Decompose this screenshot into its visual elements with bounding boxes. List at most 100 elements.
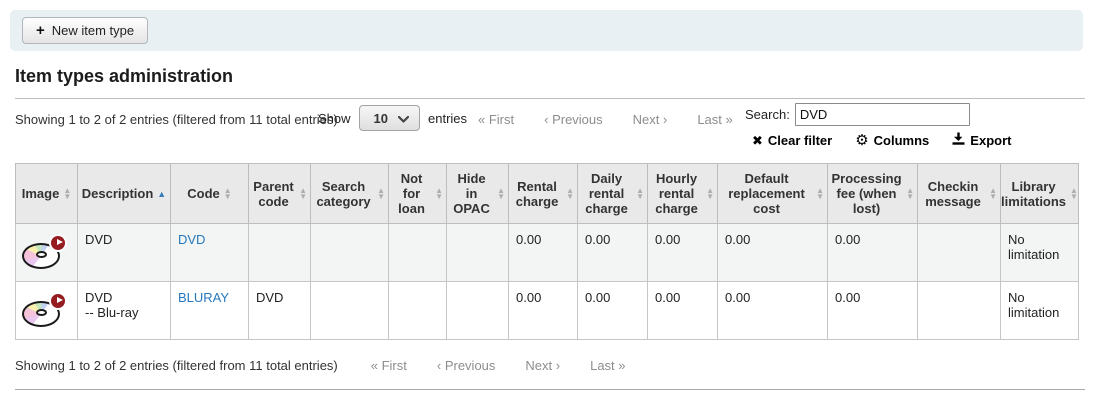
export-button[interactable]: Export <box>952 132 1011 148</box>
column-header-library-limitations[interactable]: Library limitations ▲▼ <box>1001 164 1079 224</box>
cell-parent-code: DVD <box>249 282 311 340</box>
download-icon <box>952 132 965 148</box>
column-label: Search category <box>314 179 373 209</box>
cell-hourly-rental-charge: 0.00 <box>648 282 718 340</box>
column-label: Default replacement cost <box>721 171 812 216</box>
dvd-disc-play-icon <box>22 290 69 332</box>
table-row: DVD -- Blu-rayBLURAYDVD0.000.000.000.000… <box>16 282 1079 340</box>
column-header-code[interactable]: Code▲▼ <box>171 164 249 224</box>
sort-both-icon: ▲▼ <box>299 188 307 200</box>
pagination-previous-button[interactable]: ‹ Previous <box>422 358 511 373</box>
sort-both-icon: ▲▼ <box>906 188 914 200</box>
page-length-select[interactable]: 10 <box>359 105 420 131</box>
item-types-table: Image▲▼Description▲Code▲▼Parent code▲▼Se… <box>15 163 1079 340</box>
table-info-bottom: Showing 1 to 2 of 2 entries (filtered fr… <box>15 358 338 373</box>
column-label: Library limitations <box>1001 179 1066 209</box>
cell-processing-fee-when-lost: 0.00 <box>828 282 918 340</box>
disc-hole <box>36 309 47 316</box>
sort-both-icon: ▲▼ <box>816 188 824 200</box>
column-header-default-replacement-cost[interactable]: Default replacement cost ▲▼ <box>718 164 828 224</box>
column-header-checkin-message[interactable]: Checkin message ▲▼ <box>918 164 1001 224</box>
column-header-daily-rental-charge[interactable]: Daily rental charge ▲▼ <box>578 164 648 224</box>
new-item-type-button[interactable]: + New item type <box>22 17 148 44</box>
plus-icon: + <box>36 24 45 37</box>
column-header-not-for-loan[interactable]: Not for loan ▲▼ <box>389 164 447 224</box>
column-header-processing-fee-when-lost[interactable]: Processing fee (when lost) ▲▼ <box>828 164 918 224</box>
export-label: Export <box>970 133 1011 148</box>
pagination-first-button[interactable]: « First <box>356 358 422 373</box>
column-header-search-category[interactable]: Search category▲▼ <box>311 164 389 224</box>
column-header-image[interactable]: Image▲▼ <box>16 164 78 224</box>
entries-label: entries <box>428 111 467 126</box>
sort-ascending-icon: ▲ <box>157 191 166 197</box>
column-header-description[interactable]: Description▲ <box>78 164 171 224</box>
table-header-row: Image▲▼Description▲Code▲▼Parent code▲▼Se… <box>16 164 1079 224</box>
pagination-next-button[interactable]: Next › <box>618 112 683 127</box>
search-label: Search: <box>745 107 790 122</box>
cell-checkin-message <box>918 282 1001 340</box>
column-label: Not for loan <box>392 171 431 216</box>
column-label: Hide in OPAC <box>450 171 493 216</box>
cell-daily-rental-charge: 0.00 <box>578 282 648 340</box>
item-type-code-link[interactable]: DVD <box>178 232 205 247</box>
sort-both-icon: ▲▼ <box>706 188 714 200</box>
cell-description: DVD <box>78 224 171 282</box>
column-label: Hourly rental charge <box>651 171 702 216</box>
cell-library-limitations: No limitation <box>1001 224 1079 282</box>
table-footer: Showing 1 to 2 of 2 entries (filtered fr… <box>15 358 1078 373</box>
pagination-top: « First ‹ Previous Next › Last » <box>463 112 748 127</box>
pagination-last-button[interactable]: Last » <box>575 358 640 373</box>
cell-default-replacement-cost: 0.00 <box>718 224 828 282</box>
pagination-previous-button[interactable]: ‹ Previous <box>529 112 618 127</box>
clear-filter-button[interactable]: ✖ Clear filter <box>752 133 832 148</box>
cell-not-for-loan <box>389 282 447 340</box>
search-input[interactable] <box>795 103 970 126</box>
cell-rental-charge: 0.00 <box>509 224 578 282</box>
table-buttons: ✖ Clear filter ⚙ Columns Export <box>752 132 1011 148</box>
sort-both-icon: ▲▼ <box>1070 188 1078 200</box>
datatable-controls: Showing 1 to 2 of 2 entries (filtered fr… <box>15 99 1078 163</box>
table-row: DVDDVD0.000.000.000.000.00No limitation <box>16 224 1079 282</box>
cell-hide-in-opac <box>447 282 509 340</box>
cell-checkin-message <box>918 224 1001 282</box>
cell-default-replacement-cost: 0.00 <box>718 282 828 340</box>
column-header-parent-code[interactable]: Parent code ▲▼ <box>249 164 311 224</box>
sort-both-icon: ▲▼ <box>63 188 71 200</box>
footer-divider <box>15 389 1085 390</box>
column-label: Processing fee (when lost) <box>831 171 902 216</box>
cell-image <box>16 282 78 340</box>
toolbar: + New item type <box>10 10 1083 51</box>
page-length-value: 10 <box>374 111 388 126</box>
sort-both-icon: ▲▼ <box>224 188 232 200</box>
show-label: Show <box>318 111 351 126</box>
sort-both-icon: ▲▼ <box>989 188 997 200</box>
column-label: Rental charge <box>512 179 562 209</box>
item-type-code-link[interactable]: BLURAY <box>178 290 229 305</box>
sort-both-icon: ▲▼ <box>636 188 644 200</box>
column-label: Daily rental charge <box>581 171 632 216</box>
chevron-down-icon <box>398 111 409 126</box>
column-header-rental-charge[interactable]: Rental charge▲▼ <box>509 164 578 224</box>
x-icon: ✖ <box>752 134 763 147</box>
sort-both-icon: ▲▼ <box>435 188 443 200</box>
clear-filter-label: Clear filter <box>768 133 832 148</box>
gear-icon: ⚙ <box>855 134 868 147</box>
sort-both-icon: ▲▼ <box>497 188 505 200</box>
play-badge-icon <box>49 292 67 310</box>
columns-label: Columns <box>874 133 930 148</box>
cell-not-for-loan <box>389 224 447 282</box>
new-item-type-label: New item type <box>52 23 134 38</box>
page-length-control: Show 10 entries <box>318 105 467 131</box>
pagination-next-button[interactable]: Next › <box>510 358 575 373</box>
pagination-first-button[interactable]: « First <box>463 112 529 127</box>
cell-search-category <box>311 282 389 340</box>
pagination-last-button[interactable]: Last » <box>682 112 747 127</box>
columns-button[interactable]: ⚙ Columns <box>855 133 929 148</box>
cell-image <box>16 224 78 282</box>
column-header-hourly-rental-charge[interactable]: Hourly rental charge ▲▼ <box>648 164 718 224</box>
column-label: Description <box>82 186 154 201</box>
column-label: Parent code <box>252 179 295 209</box>
cell-library-limitations: No limitation <box>1001 282 1079 340</box>
column-header-hide-in-opac[interactable]: Hide in OPAC ▲▼ <box>447 164 509 224</box>
column-label: Checkin message <box>921 179 985 209</box>
